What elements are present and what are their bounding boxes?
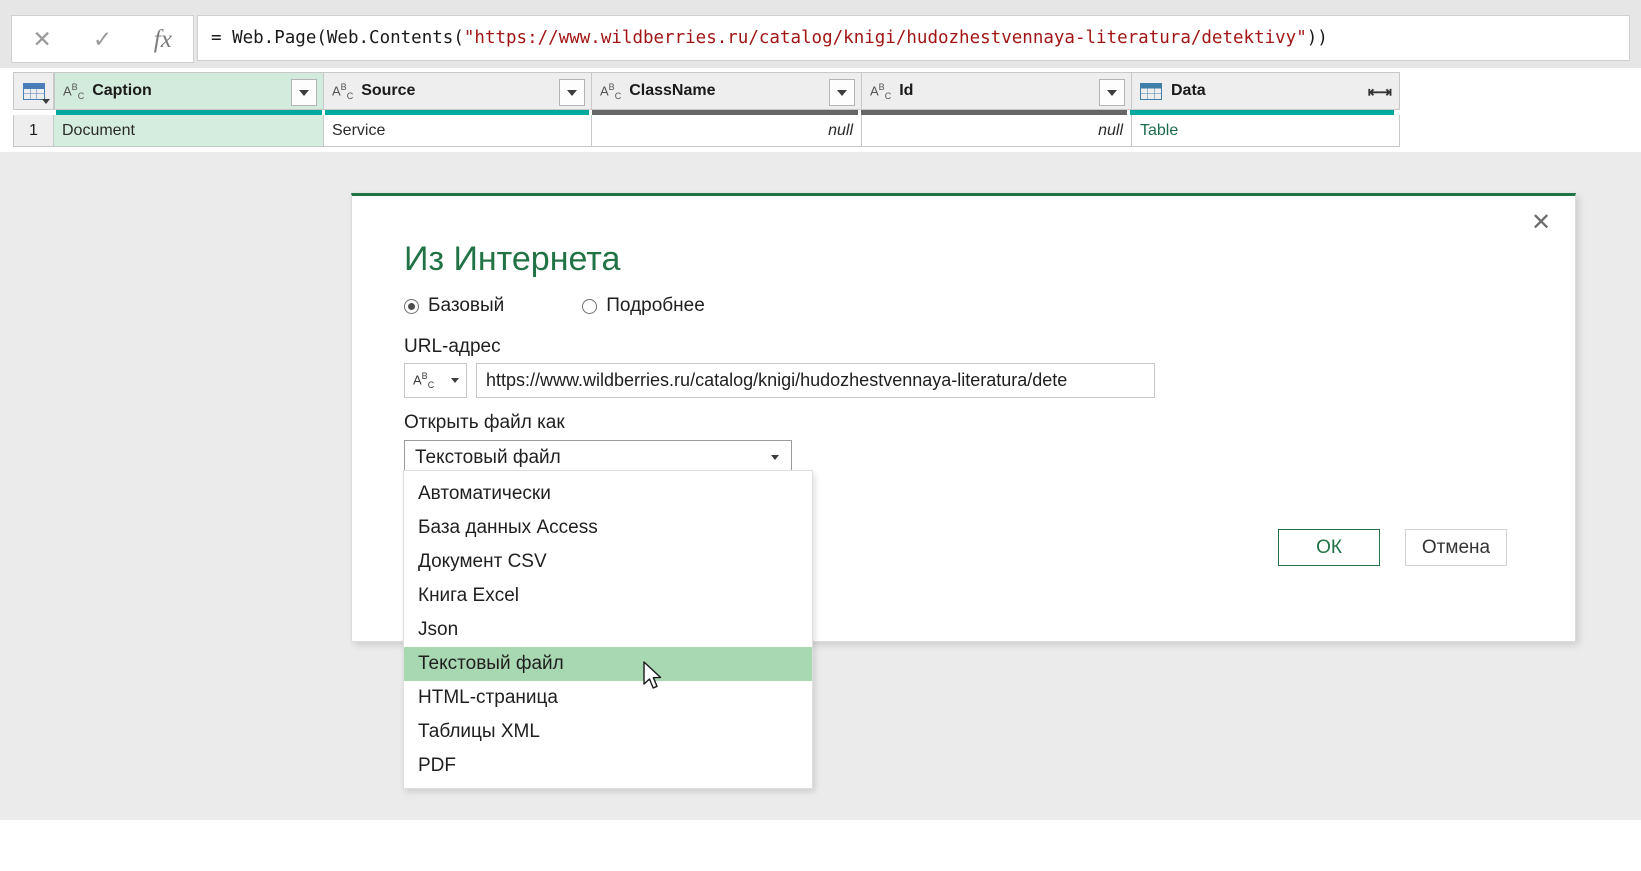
grid-header-row: ABC Caption ABC Source ABC ClassName ABC… — [54, 72, 1400, 110]
data-preview-grid: ABC Caption ABC Source ABC ClassName ABC… — [0, 68, 1641, 152]
ok-button[interactable]: ОК — [1278, 529, 1380, 566]
abc-type-icon: ABC — [600, 81, 622, 101]
cell-id[interactable]: null — [862, 115, 1132, 147]
fx-icon[interactable]: fx — [137, 17, 189, 61]
radio-label: Базовый — [428, 295, 505, 316]
column-header-label: ClassName — [629, 82, 716, 99]
filter-dropdown-id[interactable] — [1099, 79, 1125, 106]
radio-option-basic[interactable]: Базовый — [404, 295, 504, 317]
radio-indicator — [582, 298, 598, 314]
check-icon[interactable]: ✓ — [76, 17, 128, 61]
grid-select-all-button[interactable] — [13, 72, 54, 110]
cell-classname[interactable]: null — [592, 115, 862, 147]
column-header-data[interactable]: Data ⇤⇥ — [1132, 72, 1400, 110]
formula-url-literal: "https://www.wildberries.ru/catalog/knig… — [463, 28, 1307, 48]
url-field-row: ABC https://www.wildberries.ru/catalog/k… — [404, 363, 1155, 398]
chevron-down-icon — [299, 89, 309, 96]
radio-indicator — [404, 298, 419, 314]
formula-bar: ✕ ✓ fx = Web.Page(Web.Contents("https://… — [0, 0, 1641, 68]
filter-dropdown-classname[interactable] — [829, 79, 855, 106]
open-as-options-list: Автоматически База данных Access Докумен… — [403, 470, 813, 789]
close-icon[interactable]: ✕ — [16, 17, 68, 61]
cell-data[interactable]: Table — [1132, 115, 1400, 147]
url-type-dropdown[interactable]: ABC — [404, 363, 467, 398]
expand-columns-icon[interactable]: ⇤⇥ — [1368, 83, 1392, 101]
column-header-id[interactable]: ABC Id — [862, 72, 1132, 110]
column-header-caption[interactable]: ABC Caption — [54, 72, 324, 110]
chevron-down-icon — [42, 99, 50, 104]
radio-label: Подробнее — [606, 295, 705, 316]
cancel-button[interactable]: Отмена — [1405, 529, 1507, 566]
row-number[interactable]: 1 — [13, 115, 54, 147]
option-excel-workbook[interactable]: Книга Excel — [404, 579, 812, 613]
formula-action-group: ✕ ✓ fx — [11, 15, 194, 63]
open-as-selected-value: Текстовый файл — [415, 446, 561, 468]
chevron-down-icon — [1107, 89, 1117, 96]
radio-option-advanced[interactable]: Подробнее — [582, 295, 705, 317]
column-header-classname[interactable]: ABC ClassName — [592, 72, 862, 110]
chevron-down-icon — [567, 89, 577, 96]
option-text-file[interactable]: Текстовый файл — [404, 647, 812, 681]
cell-caption[interactable]: Document — [54, 115, 324, 147]
formula-prefix: = Web.Page(Web.Contents( — [211, 28, 464, 48]
chevron-down-icon — [837, 89, 847, 96]
column-header-label: Data — [1171, 82, 1206, 99]
cell-source[interactable]: Service — [324, 115, 592, 147]
mode-radio-group: Базовый Подробнее — [404, 295, 705, 317]
abc-type-icon: ABC — [413, 371, 435, 390]
filter-dropdown-caption[interactable] — [291, 79, 317, 106]
open-as-label: Открыть файл как — [404, 412, 565, 433]
chevron-down-icon — [451, 378, 459, 383]
abc-type-icon: ABC — [63, 81, 85, 101]
dialog-title: Из Интернета — [404, 240, 621, 278]
filter-dropdown-source[interactable] — [559, 79, 585, 106]
option-access-database[interactable]: База данных Access — [404, 511, 812, 545]
formula-input[interactable]: = Web.Page(Web.Contents("https://www.wil… — [197, 15, 1630, 61]
abc-type-icon: ABC — [332, 81, 354, 101]
chevron-down-icon — [771, 455, 779, 460]
option-pdf[interactable]: PDF — [404, 749, 812, 783]
table-type-icon — [1140, 82, 1162, 100]
dialog-button-row: ОК Отмена — [1278, 529, 1507, 566]
column-header-label: Id — [899, 82, 914, 99]
column-header-label: Source — [361, 82, 416, 99]
table-row: Document Service null null Table — [54, 115, 1400, 147]
option-xml-tables[interactable]: Таблицы XML — [404, 715, 812, 749]
table-icon — [22, 82, 45, 100]
column-header-source[interactable]: ABC Source — [324, 72, 592, 110]
formula-suffix: )) — [1306, 28, 1328, 48]
option-avtomaticheski[interactable]: Автоматически — [404, 477, 812, 511]
option-csv-document[interactable]: Документ CSV — [404, 545, 812, 579]
url-field-label: URL-адрес — [404, 336, 501, 357]
option-json[interactable]: Json — [404, 613, 812, 647]
column-header-label: Caption — [92, 82, 152, 99]
workspace-footer — [0, 820, 1641, 871]
abc-type-icon: ABC — [870, 81, 892, 101]
option-html-page[interactable]: HTML-страница — [404, 681, 812, 715]
close-icon[interactable]: ✕ — [1519, 204, 1563, 240]
url-input[interactable]: https://www.wildberries.ru/catalog/knigi… — [476, 363, 1155, 398]
